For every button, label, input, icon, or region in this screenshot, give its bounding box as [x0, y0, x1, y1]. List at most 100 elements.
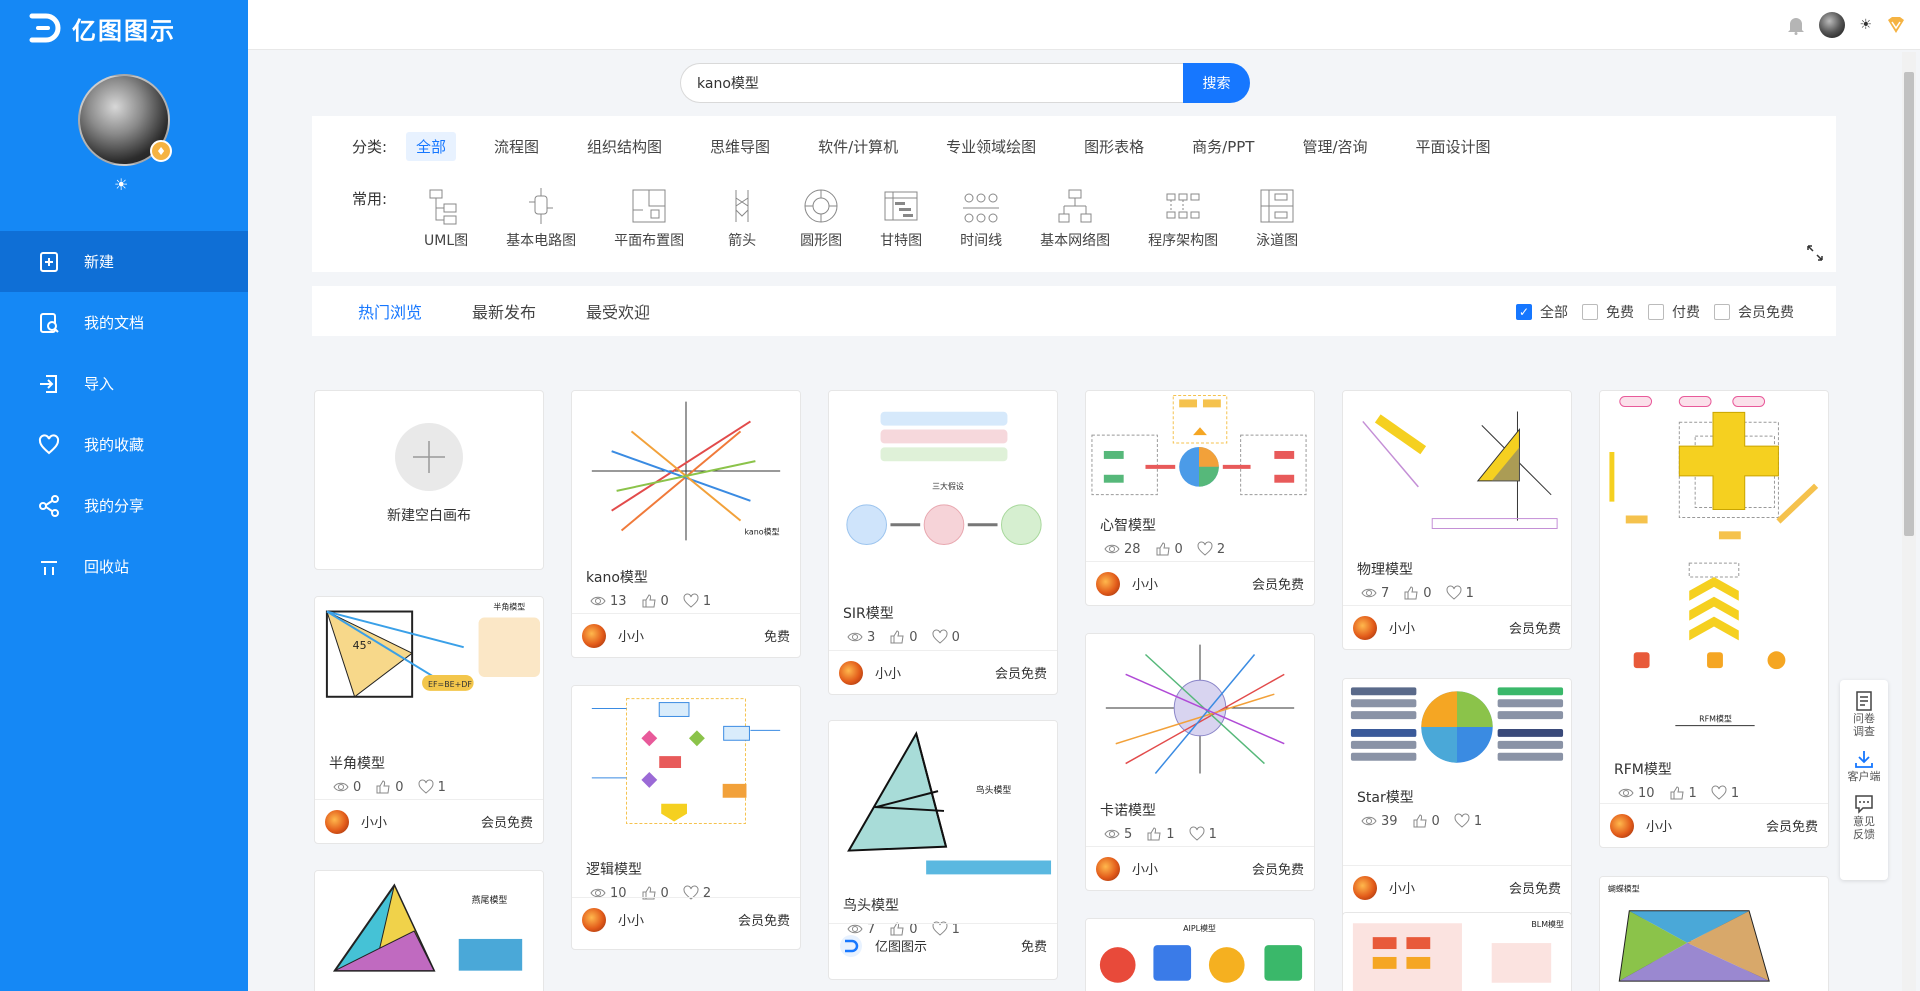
- category-item[interactable]: 全部: [406, 132, 457, 161]
- category-item[interactable]: 思维导图: [700, 132, 780, 161]
- sidebar-item-new[interactable]: 新建: [0, 231, 248, 292]
- floating-toolbar: 问卷调查 客户端 意见反馈: [1840, 680, 1888, 880]
- filter-label: 免费: [1606, 305, 1634, 321]
- template-card[interactable]: 卡诺模型 5 1 1 小小 会员免费: [1085, 633, 1315, 891]
- author-avatar: [582, 907, 606, 932]
- feedback-button[interactable]: 意见反馈: [1849, 793, 1879, 841]
- client-download-button[interactable]: 客户端: [1848, 748, 1881, 783]
- template-card[interactable]: BLM模型: [1342, 912, 1572, 991]
- sidebar-item-trash[interactable]: 回收站: [0, 536, 248, 597]
- sidebar-item-import[interactable]: 导入: [0, 353, 248, 414]
- favorite-count: 1: [1465, 585, 1474, 601]
- template-card[interactable]: 心智模型 28 0 2 小小 会员免费: [1085, 390, 1315, 606]
- heart-icon[interactable]: [1454, 813, 1470, 829]
- template-thumbnail: [1343, 391, 1571, 551]
- tab-latest[interactable]: 最新发布: [472, 299, 536, 323]
- thumbs-up-icon[interactable]: [889, 629, 905, 645]
- checkbox[interactable]: [1582, 304, 1598, 320]
- new-canvas-card[interactable]: 新建空白画布: [314, 390, 544, 570]
- top-avatar[interactable]: [1819, 12, 1846, 38]
- thumbs-up-icon[interactable]: [641, 593, 657, 609]
- template-card[interactable]: 鸟头模型 鸟头模型 7 0 1 亿图图示 免费: [828, 720, 1058, 980]
- thumbs-up-icon[interactable]: [1669, 785, 1685, 801]
- common-item-circle[interactable]: 圆形图: [800, 186, 842, 250]
- filter-member-free[interactable]: 会员免费: [1714, 302, 1794, 322]
- thumbs-up-icon[interactable]: [1155, 541, 1171, 557]
- filter-paid[interactable]: 付费: [1648, 302, 1700, 322]
- page-scrollbar[interactable]: [1902, 52, 1916, 991]
- favorite-count: 2: [1216, 541, 1226, 557]
- template-card[interactable]: 蝴蝶模型: [1599, 876, 1829, 991]
- like-count: 0: [909, 629, 918, 645]
- heart-icon[interactable]: [1446, 585, 1462, 601]
- common-item-circuit[interactable]: 基本电路图: [506, 186, 576, 250]
- bell-icon[interactable]: [1787, 15, 1805, 35]
- theme-sun-icon[interactable]: ☀: [114, 175, 128, 194]
- vip-badge-icon: ♦: [150, 140, 172, 162]
- vip-icon[interactable]: [1886, 16, 1906, 34]
- category-item[interactable]: 图形表格: [1074, 132, 1154, 161]
- common-item-network[interactable]: 基本网络图: [1040, 186, 1110, 250]
- search-input[interactable]: [680, 63, 1183, 103]
- heart-icon[interactable]: [932, 629, 948, 645]
- filter-all[interactable]: ✓ 全部: [1516, 302, 1568, 322]
- template-card[interactable]: Star模型 39 0 1 小小 会员免费: [1342, 678, 1572, 918]
- tab-hot[interactable]: 热门浏览: [358, 299, 422, 323]
- thumbs-up-icon[interactable]: [1403, 585, 1419, 601]
- checkbox[interactable]: [1648, 304, 1664, 320]
- heart-icon[interactable]: [418, 779, 434, 795]
- heart-icon[interactable]: [1711, 785, 1727, 801]
- thumbs-up-icon[interactable]: [1146, 826, 1162, 842]
- category-item[interactable]: 组织结构图: [577, 132, 672, 161]
- thumbs-up-icon[interactable]: [375, 779, 391, 795]
- template-card[interactable]: 物理模型 7 0 1 小小 会员免费: [1342, 390, 1572, 650]
- template-card[interactable]: 燕尾模型: [314, 870, 544, 991]
- common-item-arrow[interactable]: 箭头: [722, 186, 762, 250]
- heart-icon[interactable]: [683, 593, 699, 609]
- common-item-timeline[interactable]: 时间线: [960, 186, 1002, 250]
- category-item[interactable]: 平面设计图: [1406, 132, 1501, 161]
- sidebar-item-label: 我的收藏: [84, 436, 145, 454]
- sidebar-item-my-documents[interactable]: 我的文档: [0, 292, 248, 353]
- common-item-swimlane[interactable]: 泳道图: [1256, 186, 1298, 250]
- template-card[interactable]: 三大假设 SIR模型 3 0 0 小小 会员免费: [828, 390, 1058, 695]
- common-label: 常用:: [352, 190, 388, 208]
- template-card[interactable]: AIPL模型: [1085, 918, 1315, 991]
- heart-icon[interactable]: [1197, 541, 1213, 557]
- common-item-floorplan[interactable]: 平面布置图: [614, 186, 684, 250]
- price-badge: 会员免费: [1251, 578, 1304, 593]
- filter-label: 付费: [1672, 305, 1700, 321]
- survey-button[interactable]: 问卷调查: [1849, 690, 1879, 738]
- tab-popular[interactable]: 最受欢迎: [586, 299, 650, 323]
- template-card[interactable]: RFM模型 RFM模型 10 1 1 小小 会员免费: [1599, 390, 1829, 848]
- template-title: RFM模型: [1614, 762, 1672, 778]
- user-avatar[interactable]: ♦: [78, 74, 172, 166]
- app-logo[interactable]: 亿图图示: [26, 8, 176, 48]
- search-button[interactable]: 搜索: [1183, 63, 1250, 103]
- author-avatar: [582, 623, 606, 648]
- scrollbar-thumb[interactable]: [1904, 72, 1914, 536]
- thumbs-up-icon[interactable]: [1412, 813, 1428, 829]
- heart-icon[interactable]: [1189, 826, 1205, 842]
- category-item[interactable]: 专业领域绘图: [936, 132, 1046, 161]
- theme-sun-icon[interactable]: ☀: [1859, 17, 1872, 33]
- template-card[interactable]: EF=BE+DF 45° 半角模型 半角模型 0 0 1 小小 会员免费: [314, 596, 544, 844]
- category-item[interactable]: 管理/咨询: [1292, 132, 1377, 161]
- filter-free[interactable]: 免费: [1582, 302, 1634, 322]
- checkbox-checked-icon[interactable]: ✓: [1516, 304, 1532, 320]
- price-badge: 免费: [763, 630, 790, 645]
- common-item-architecture[interactable]: 程序架构图: [1148, 186, 1218, 250]
- template-stats: 28 0 2: [1104, 541, 1314, 557]
- sidebar-item-shares[interactable]: 我的分享: [0, 475, 248, 536]
- sidebar-item-favorites[interactable]: 我的收藏: [0, 414, 248, 475]
- checkbox[interactable]: [1714, 304, 1730, 320]
- template-card[interactable]: 逻辑模型 10 0 2 小小 会员免费: [571, 685, 801, 950]
- category-item[interactable]: 流程图: [484, 132, 549, 161]
- template-card[interactable]: kano模型 kano模型 13 0 1 小小 免费: [571, 390, 801, 658]
- category-item[interactable]: 软件/计算机: [808, 132, 908, 161]
- sidebar-item-label: 导入: [84, 375, 115, 393]
- expand-icon[interactable]: [1806, 244, 1824, 262]
- common-item-uml[interactable]: UML图: [424, 186, 468, 250]
- common-item-gantt[interactable]: 甘特图: [880, 186, 922, 250]
- category-item[interactable]: 商务/PPT: [1182, 132, 1264, 161]
